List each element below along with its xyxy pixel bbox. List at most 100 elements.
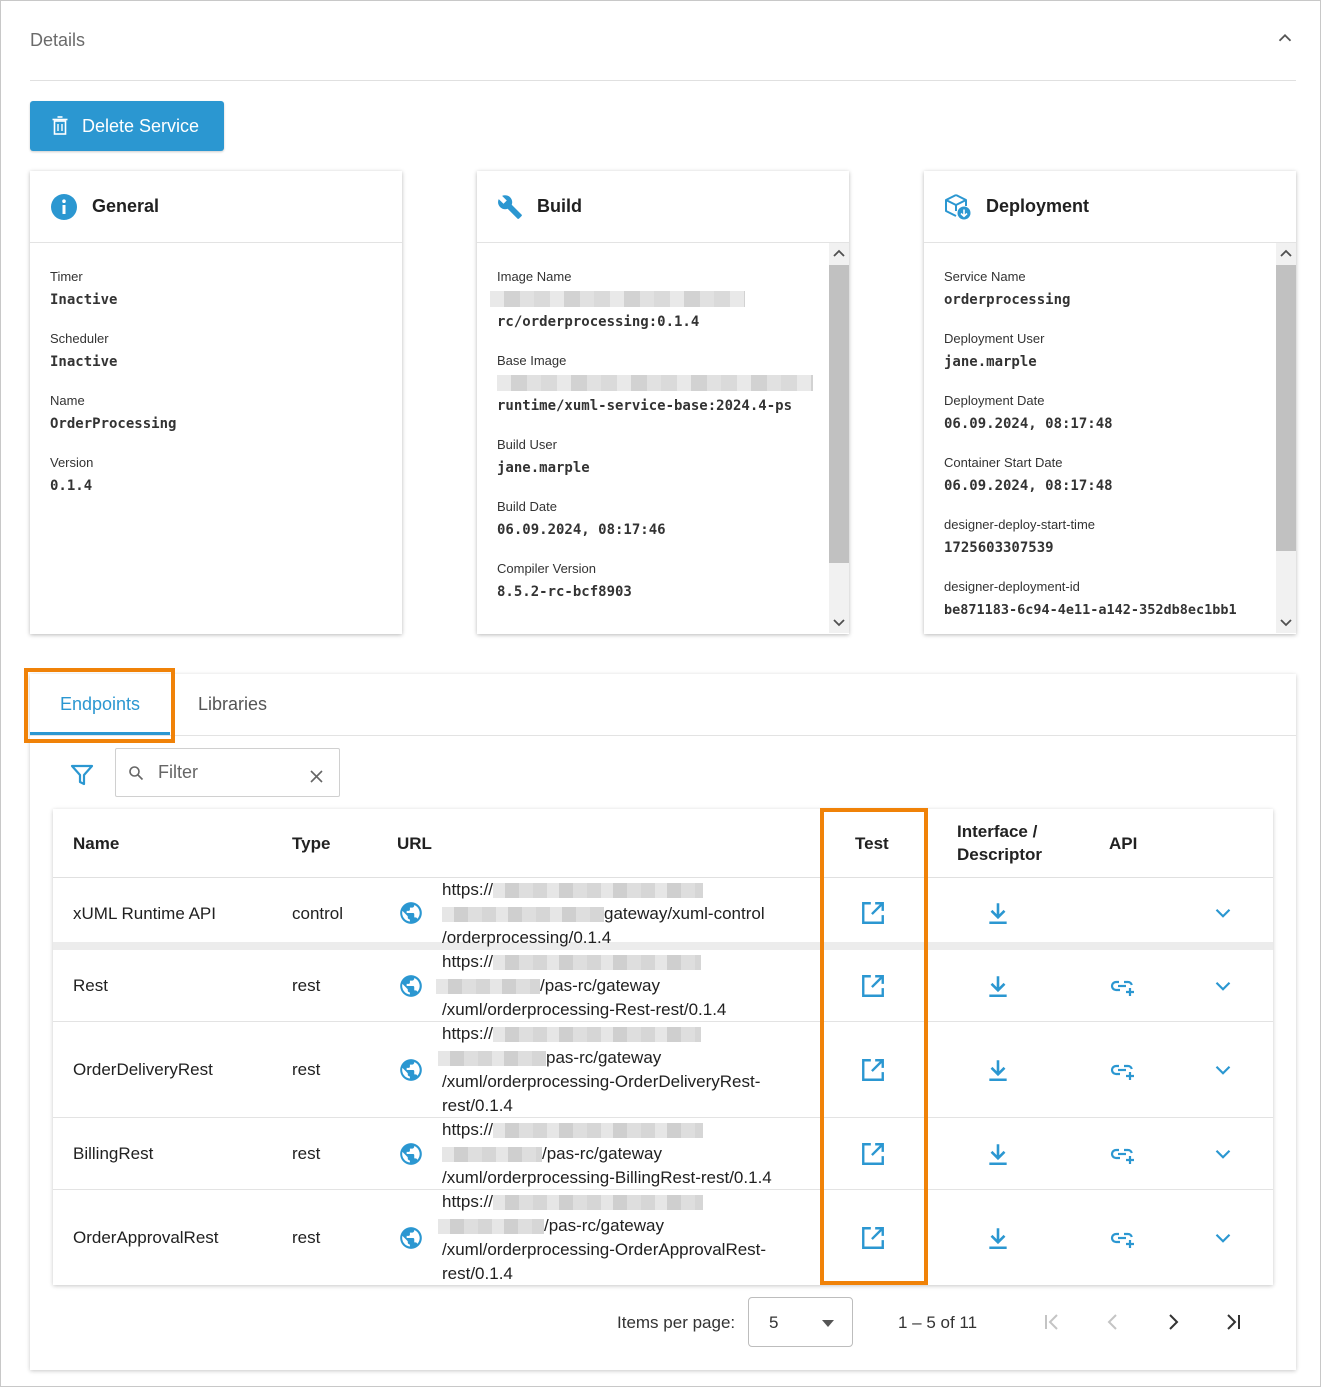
field-value: Inactive <box>50 292 118 308</box>
chevron-down-icon[interactable] <box>1210 1225 1236 1251</box>
build-field-compiler-version: Compiler Version 8.5.2-rc-bcf8903 <box>497 561 829 601</box>
url-line: https:// <box>442 880 494 899</box>
previous-page-icon[interactable] <box>1102 1311 1124 1333</box>
deployment-card-title: Deployment <box>986 196 1090 216</box>
field-label: Service Name <box>944 269 1026 284</box>
scroll-down-icon[interactable] <box>832 615 846 629</box>
details-panel: Details Delete Service General Timer Ina… <box>0 0 1321 1387</box>
details-header[interactable]: Details <box>30 1 1296 81</box>
table-row: OrderApprovalRest rest https:// /pas-rc/… <box>53 1190 1273 1285</box>
redacted-text <box>493 1122 704 1138</box>
last-page-icon[interactable] <box>1222 1311 1244 1333</box>
scrollbar-thumb[interactable] <box>1276 265 1296 551</box>
build-scrollbar[interactable] <box>829 243 849 633</box>
delete-service-button[interactable]: Delete Service <box>30 101 224 151</box>
field-value: Inactive <box>50 354 118 370</box>
column-header-interface-line1: Interface / <box>957 822 1038 841</box>
download-icon[interactable] <box>985 1057 1011 1083</box>
build-card-title: Build <box>537 196 582 216</box>
filter-input[interactable] <box>156 761 296 784</box>
general-card: General Timer Inactive Scheduler Inactiv… <box>30 171 402 634</box>
endpoint-url[interactable]: https:// gateway/xuml-control /orderproc… <box>442 878 765 950</box>
endpoint-url[interactable]: https:// /pas-rc/gateway /xuml/orderproc… <box>438 1190 766 1286</box>
chevron-down-icon[interactable] <box>1210 1057 1236 1083</box>
download-icon[interactable] <box>985 1141 1011 1167</box>
url-line: /pas-rc/gateway <box>540 976 660 995</box>
download-icon[interactable] <box>985 1225 1011 1251</box>
url-line: https:// <box>442 1120 494 1139</box>
download-icon[interactable] <box>985 900 1011 926</box>
tab-bar: Endpoints Libraries <box>30 674 1296 736</box>
filter-icon[interactable] <box>70 764 94 786</box>
first-page-icon[interactable] <box>1041 1311 1063 1333</box>
open-external-icon[interactable] <box>860 973 886 999</box>
url-line: https:// <box>442 1024 494 1043</box>
paginator: Items per page: 5 1 – 5 of 11 <box>30 1294 1296 1354</box>
globe-icon <box>400 1227 422 1249</box>
api-link-icon[interactable] <box>1110 973 1136 999</box>
clear-icon[interactable] <box>310 770 323 783</box>
build-field-build-date: Build Date 06.09.2024, 08:17:46 <box>497 499 829 539</box>
open-external-icon[interactable] <box>860 1141 886 1167</box>
column-header-interface: Interface / Descriptor <box>957 820 1042 866</box>
field-value: 0.1.4 <box>50 478 93 494</box>
download-icon[interactable] <box>985 973 1011 999</box>
build-card-header: Build <box>477 171 849 243</box>
tab-libraries[interactable]: Libraries <box>198 694 267 715</box>
api-link-icon[interactable] <box>1110 1057 1136 1083</box>
deployment-field-container-start: Container Start Date 06.09.2024, 08:17:4… <box>944 455 1276 495</box>
url-line: /pas-rc/gateway <box>544 1216 664 1235</box>
chevron-down-icon[interactable] <box>1210 973 1236 999</box>
url-line: /orderprocessing/0.1.4 <box>442 928 612 947</box>
redacted-text <box>438 1218 544 1234</box>
url-line: rest/0.1.4 <box>442 1264 513 1283</box>
scroll-up-icon[interactable] <box>1279 247 1293 261</box>
build-field-base-image: Base Image runtime/xuml-service-base:202… <box>497 353 829 415</box>
details-title: Details <box>30 30 86 50</box>
deployment-field-service-name: Service Name orderprocessing <box>944 269 1276 309</box>
redacted-text <box>442 1146 542 1162</box>
column-header-type[interactable]: Type <box>292 832 330 855</box>
redacted-text <box>497 375 813 391</box>
endpoint-name: BillingRest <box>73 1144 154 1163</box>
endpoints-panel: Endpoints Libraries Name Type URL Test <box>30 674 1296 1370</box>
field-label: Compiler Version <box>497 561 596 576</box>
open-external-icon[interactable] <box>860 900 886 926</box>
items-per-page-select[interactable]: 5 <box>748 1297 853 1347</box>
column-header-name[interactable]: Name <box>73 832 119 855</box>
scroll-down-icon[interactable] <box>1279 615 1293 629</box>
url-line: /pas-rc/gateway <box>542 1144 662 1163</box>
scroll-up-icon[interactable] <box>832 247 846 261</box>
endpoint-url[interactable]: https:// /pas-rc/gateway /xuml/orderproc… <box>436 950 726 1022</box>
url-line: rest/0.1.4 <box>442 1096 513 1115</box>
items-per-page-label: Items per page: <box>617 1313 736 1332</box>
url-line: https:// <box>442 952 494 971</box>
build-card: Build Image Name rc/orderprocessing:0.1.… <box>477 171 849 634</box>
endpoint-url[interactable]: https:// /pas-rc/gateway /xuml/orderproc… <box>442 1118 772 1190</box>
url-line: /xuml/orderprocessing-BillingRest-rest/0… <box>442 1168 772 1187</box>
chevron-down-icon[interactable] <box>1210 900 1236 926</box>
globe-icon <box>400 1059 422 1081</box>
field-label: Deployment User <box>944 331 1045 346</box>
column-header-test: Test <box>855 834 889 853</box>
endpoint-url[interactable]: https:// pas-rc/gateway /xuml/orderproce… <box>438 1022 760 1118</box>
field-label: Timer <box>50 269 83 284</box>
column-header-url[interactable]: URL <box>397 832 432 855</box>
deployment-scrollbar[interactable] <box>1276 243 1296 633</box>
open-external-icon[interactable] <box>860 1225 886 1251</box>
api-link-icon[interactable] <box>1110 1141 1136 1167</box>
open-external-icon[interactable] <box>860 1057 886 1083</box>
scrollbar-thumb[interactable] <box>829 265 849 563</box>
table-row: Rest rest https:// /pas-rc/gateway /xuml… <box>53 950 1273 1022</box>
api-link-icon[interactable] <box>1110 1225 1136 1251</box>
filter-field[interactable] <box>115 748 340 797</box>
chevron-up-icon[interactable] <box>1274 27 1296 49</box>
globe-icon <box>400 975 422 997</box>
table-row: BillingRest rest https:// /pas-rc/gatewa… <box>53 1118 1273 1190</box>
table-row: xUML Runtime API control https:// gatewa… <box>53 878 1273 950</box>
field-value: orderprocessing <box>944 292 1071 308</box>
tab-endpoints[interactable]: Endpoints <box>60 694 140 715</box>
next-page-icon[interactable] <box>1162 1311 1184 1333</box>
chevron-down-icon[interactable] <box>1210 1141 1236 1167</box>
deployment-field-deploy-start-time: designer-deploy-start-time 1725603307539 <box>944 517 1276 557</box>
